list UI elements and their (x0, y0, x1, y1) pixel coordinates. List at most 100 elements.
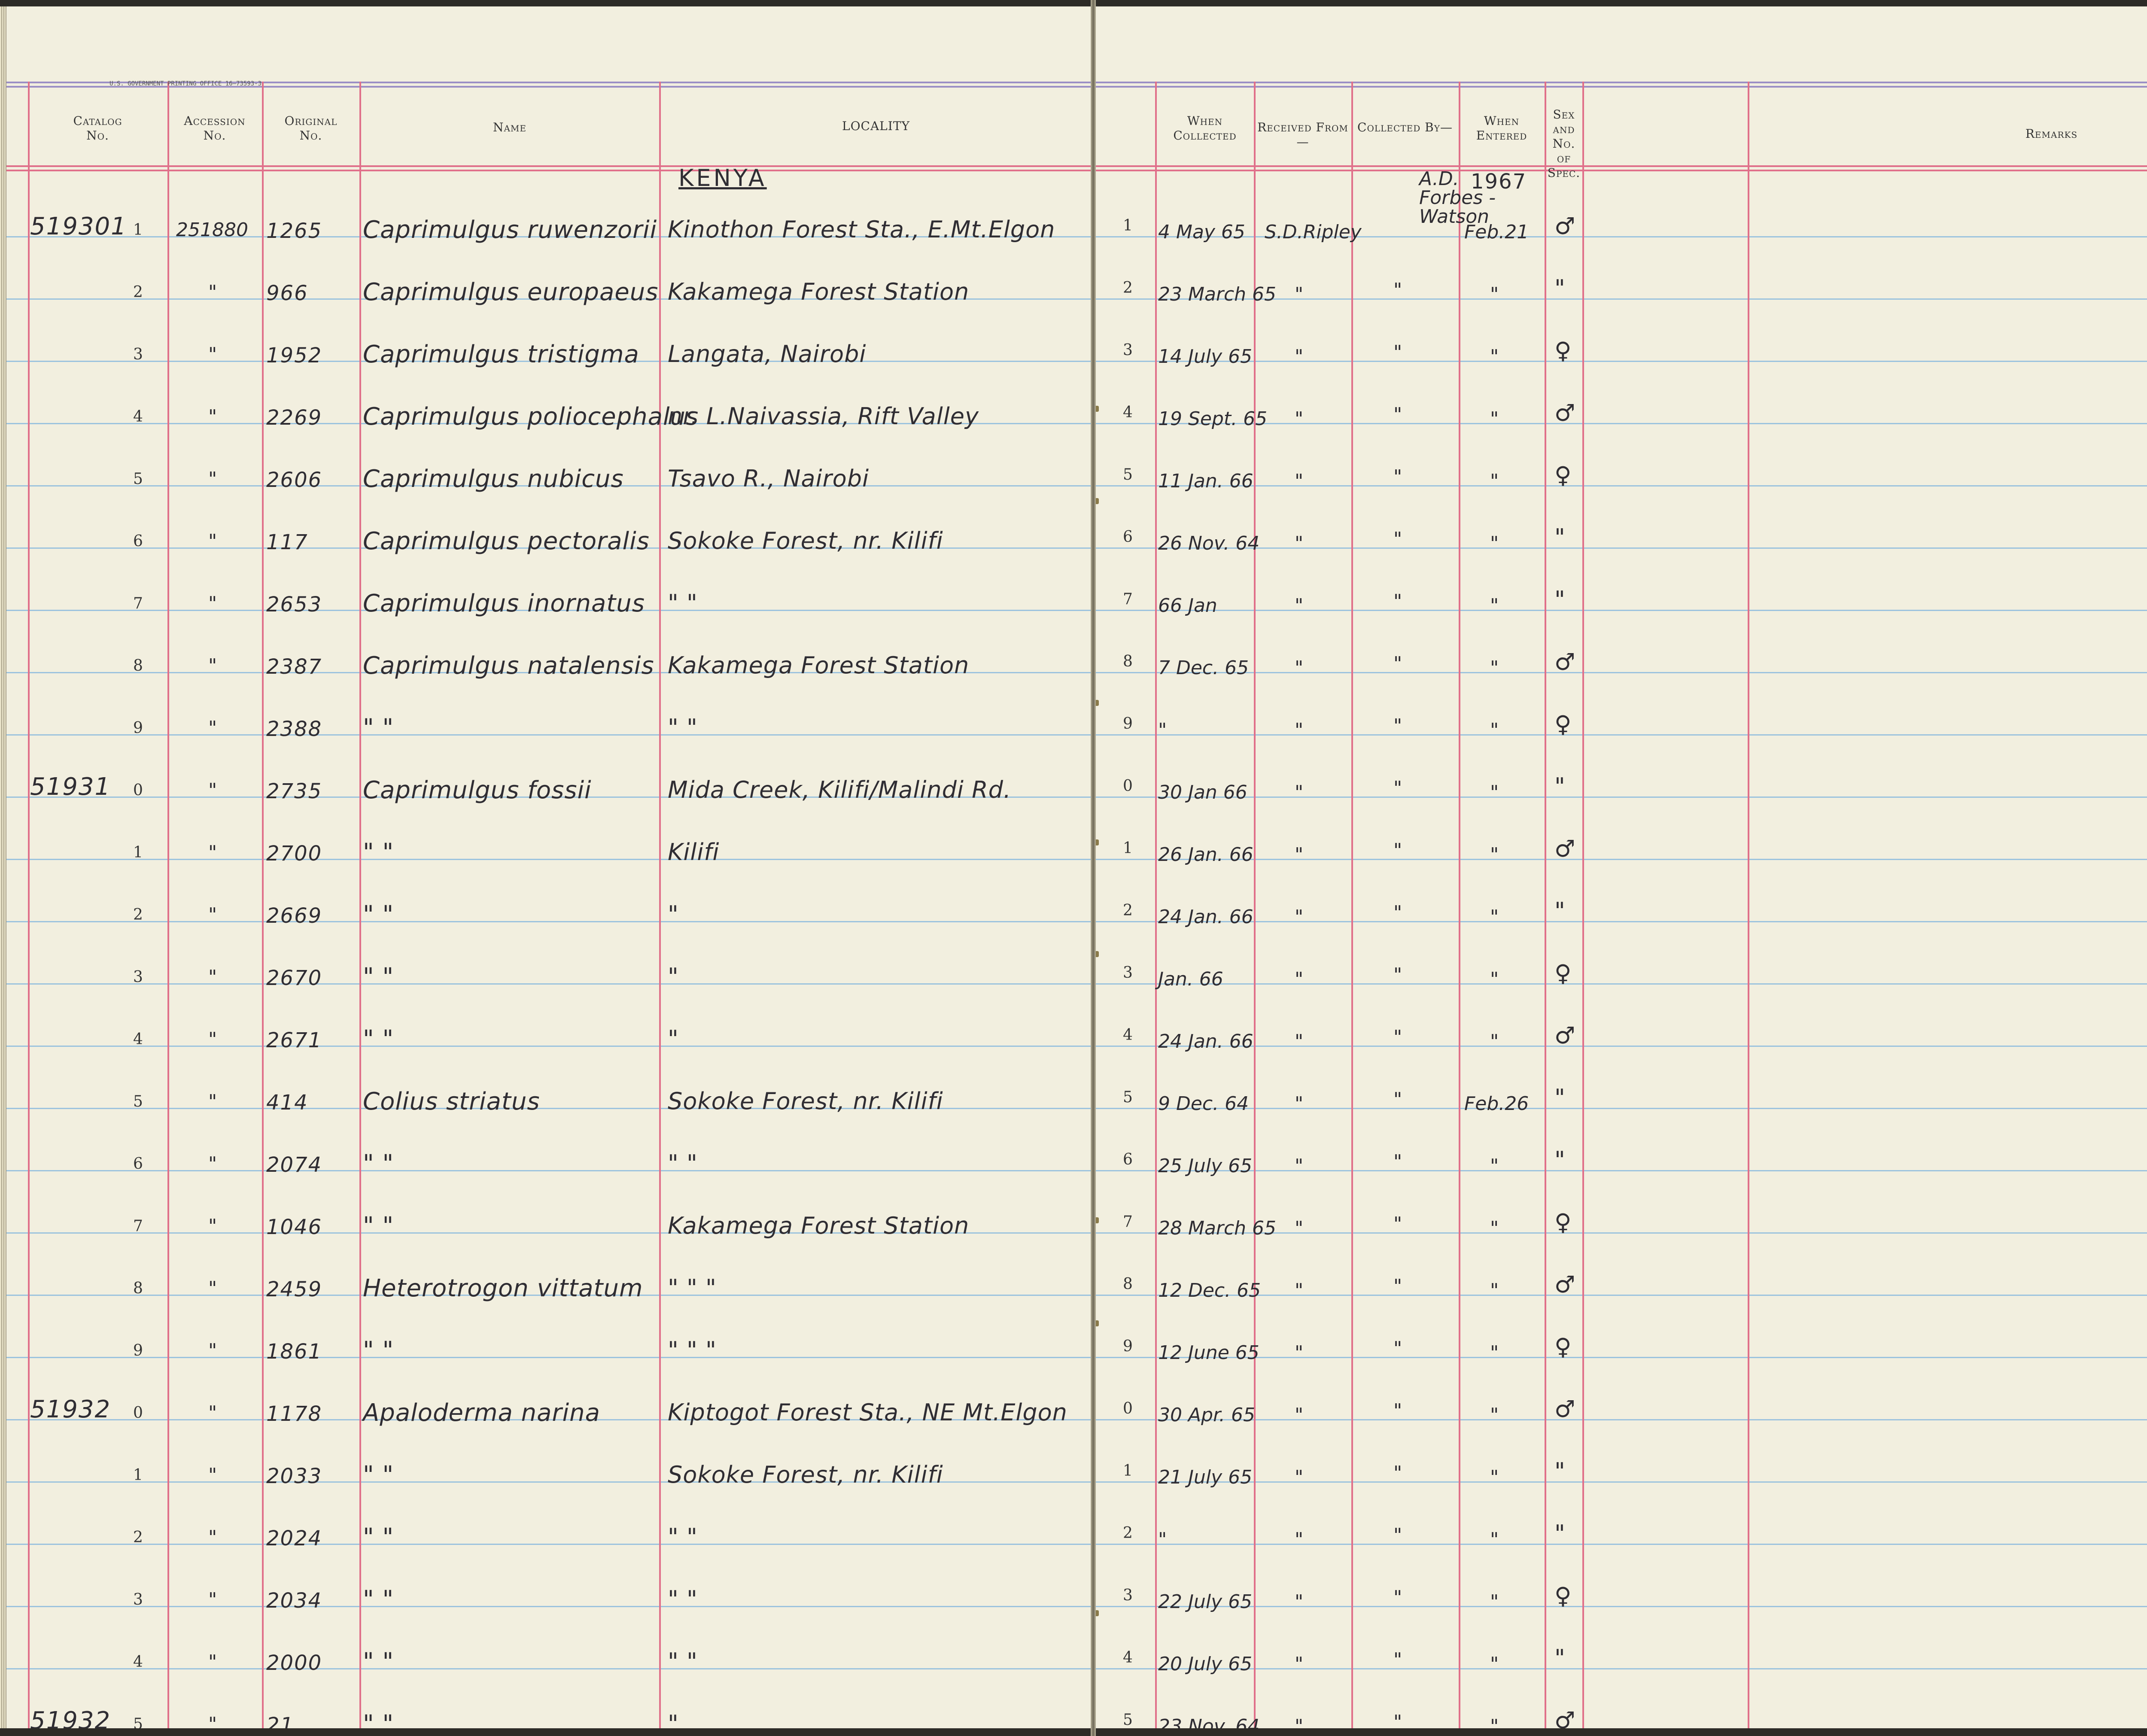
collection-date: 9 Dec. 64 (1158, 1093, 1249, 1115)
locality: " " (668, 714, 698, 741)
received-from: " (1295, 1342, 1304, 1364)
accession-number: " (208, 530, 217, 552)
header-remarks: Remarks (2025, 127, 2078, 141)
collection-date: " (1158, 1529, 1167, 1551)
header-bottom-rule (1093, 165, 2147, 167)
header-locality: LOCALITY (842, 119, 910, 133)
right-row-index: 4 (1123, 1026, 1133, 1044)
collection-date: 12 Dec. 65 (1158, 1280, 1261, 1301)
collection-date: 25 July 65 (1158, 1155, 1253, 1177)
right-row-index: 1 (1123, 1462, 1133, 1480)
entered-date: " (1490, 844, 1499, 866)
sex-symbol: " (1554, 1645, 1565, 1672)
entered-date: " (1490, 719, 1499, 741)
original-number: 2670 (266, 966, 322, 990)
table-row: 3 " 1952 Caprimulgus tristigma Langata, Nair… (6, 333, 1093, 395)
sex-symbol: ♂ (1554, 1022, 1575, 1049)
species-name: Caprimulgus ruwenzorii (363, 216, 657, 244)
received-from: " (1295, 532, 1304, 554)
locality: " " (668, 1150, 698, 1177)
original-number: 2735 (266, 779, 322, 803)
accession-number: " (208, 406, 217, 428)
entered-date: " (1490, 1217, 1499, 1239)
species-name: Apaloderma narina (363, 1399, 600, 1427)
species-name: " " (363, 901, 394, 929)
right-row-index: 3 (1123, 964, 1133, 982)
right-row-index: 6 (1123, 528, 1133, 546)
locality: " (668, 963, 679, 990)
row-index: 5 (133, 470, 143, 488)
sex-symbol: " (1554, 524, 1565, 551)
original-number: 1178 (266, 1402, 322, 1426)
catalog-number-value: 51932 (30, 1395, 111, 1423)
species-name: Caprimulgus natalensis (363, 652, 654, 680)
species-name: " " (363, 1337, 394, 1365)
collected-by: " (1393, 404, 1402, 426)
species-name: " " (363, 1461, 394, 1489)
right-row-index: 5 (1123, 466, 1133, 483)
accession-number: " (208, 1651, 217, 1673)
original-number: 2000 (266, 1651, 322, 1675)
locality: " " (668, 1586, 698, 1613)
header-top-rule-2 (1093, 86, 2147, 88)
locality: Sokoke Forest, nr. Kilifi (668, 1088, 943, 1115)
entered-date: " (1490, 346, 1499, 368)
original-number: 1952 (266, 344, 322, 368)
row-index: 6 (133, 1155, 143, 1173)
entered-date: " (1490, 968, 1499, 990)
received-from: " (1295, 346, 1304, 368)
received-from: " (1295, 283, 1304, 305)
original-number: 1861 (266, 1340, 322, 1364)
accession-number: " (208, 1277, 217, 1299)
row-index: 3 (133, 346, 143, 363)
sex-symbol: ♀ (1554, 462, 1572, 489)
accession-number: " (208, 281, 217, 303)
right-row-index: 5 (1123, 1088, 1133, 1106)
table-row: 2 24 Jan. 66 " " " " (1093, 893, 2147, 955)
original-number: 2700 (266, 842, 322, 866)
collection-date: 20 July 65 (1158, 1653, 1253, 1675)
table-row: 51932 5 " 21 " " " (6, 1703, 1093, 1728)
original-number: 2024 (266, 1526, 322, 1551)
header-accession-line: No. (203, 128, 226, 143)
original-number: 2074 (266, 1153, 322, 1177)
locality: Langata, Nairobi (668, 341, 867, 368)
received-from: " (1295, 1715, 1304, 1728)
row-index: 9 (133, 719, 143, 737)
received-from: " (1295, 1093, 1304, 1115)
species-name: Caprimulgus europaeus (363, 278, 659, 306)
table-row: 8 " 2387 Caprimulgus natalensis Kakamega For… (6, 644, 1093, 706)
original-number: 2671 (266, 1028, 322, 1052)
table-row: 4 20 July 65 " " " " (1093, 1640, 2147, 1703)
header-original-line: Original (284, 114, 338, 128)
accession-number: " (208, 1215, 217, 1237)
collection-date: 30 Jan 66 (1158, 781, 1247, 803)
header-sex-line: Sex and (1553, 107, 1575, 136)
sex-symbol: ♀ (1554, 1582, 1572, 1609)
locality: " " " (668, 1337, 717, 1364)
received-from: " (1295, 1404, 1304, 1426)
locality: Mida Creek, Kilifi/Malindi Rd. (668, 776, 1012, 803)
locality: " (668, 1710, 679, 1728)
right-row-index: 7 (1123, 590, 1133, 608)
accession-number: " (208, 593, 217, 614)
accession-number: " (208, 1713, 217, 1728)
accession-number: " (208, 842, 217, 863)
sex-symbol: " (1554, 773, 1565, 800)
original-number: 1265 (266, 219, 322, 243)
right-row-index: 9 (1123, 1338, 1133, 1355)
received-from: " (1295, 968, 1304, 990)
collected-by: " (1393, 902, 1402, 924)
locality: " (668, 1025, 679, 1052)
table-row: 1 21 July 65 " " " " (1093, 1453, 2147, 1516)
right-row-index: 2 (1123, 1524, 1133, 1542)
accession-number: " (208, 966, 217, 988)
header-sex-line: No. of (1552, 137, 1575, 165)
book-spine (1091, 0, 1096, 1736)
row-index: 7 (133, 1217, 143, 1235)
table-row: 4 24 Jan. 66 " " " ♂ (1093, 1018, 2147, 1080)
header-received-from: Received From— (1257, 120, 1348, 149)
received-from: " (1295, 719, 1304, 741)
table-row: 6 " 117 Caprimulgus pectoralis Sokoke Forest… (6, 520, 1093, 582)
row-index: 0 (133, 1404, 143, 1422)
